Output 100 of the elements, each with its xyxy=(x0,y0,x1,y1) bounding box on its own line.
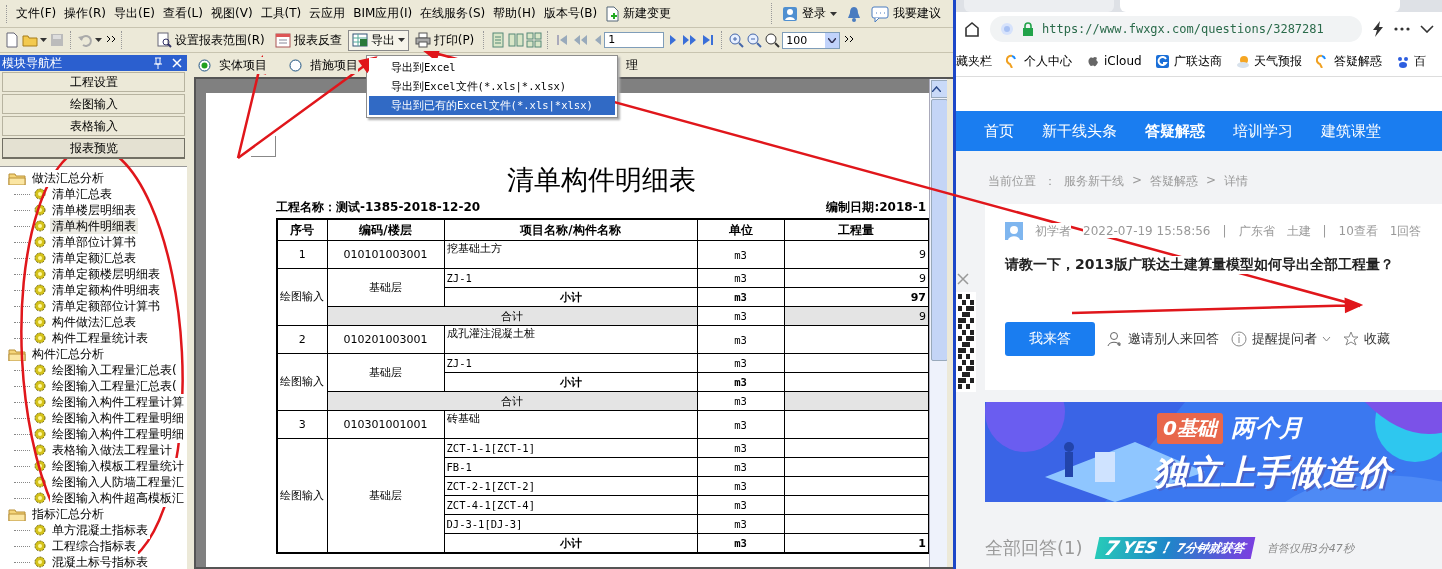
answer-button[interactable]: 我来答 xyxy=(1005,322,1095,356)
tree-item[interactable]: 单方混凝土指标表 xyxy=(50,521,150,539)
menu-item[interactable]: 文件(F) xyxy=(12,2,61,25)
answer-count: 1回答 xyxy=(1389,222,1422,240)
bookmark[interactable]: iCloud xyxy=(1104,54,1142,68)
nav-link[interactable]: 答疑解惑 xyxy=(1145,121,1205,141)
column-header: 编码/楼层 xyxy=(327,219,444,241)
report-title: 清单构件明细表 xyxy=(505,163,697,197)
chevron-down-icon xyxy=(1322,336,1331,342)
login-button[interactable]: 登录 xyxy=(778,3,841,24)
report-range-button[interactable]: 设置报表范围(R) xyxy=(152,29,269,51)
menu-item[interactable]: 导出(E) xyxy=(109,2,159,25)
page-number-field[interactable]: 1 xyxy=(604,32,665,48)
radio-icon[interactable] xyxy=(198,58,211,72)
caret-icon[interactable] xyxy=(95,38,102,42)
badge-text: 7分钟就获答 xyxy=(1174,539,1247,557)
radio-label[interactable]: 实体项目 xyxy=(219,56,267,74)
menu-item[interactable]: 操作(R) xyxy=(60,2,110,25)
tree-folder-label[interactable]: 指标汇总分析 xyxy=(30,505,106,523)
bookmark[interactable]: 个人中心 xyxy=(1024,52,1072,70)
magnifier-page-icon xyxy=(156,32,172,48)
menu-item[interactable]: 查看(L) xyxy=(158,2,207,25)
new-file-icon[interactable] xyxy=(4,32,20,48)
tree-item[interactable]: 清单楼层明细表 xyxy=(50,201,138,219)
gear-icon xyxy=(34,540,46,552)
menu-item[interactable]: 版本号(B) xyxy=(539,2,602,25)
banner-text: 两个月 xyxy=(1230,413,1303,444)
section-button[interactable]: 绘图输入 xyxy=(2,94,185,114)
export-button[interactable]: 导出 xyxy=(347,29,409,51)
favorite-button[interactable]: 收藏 xyxy=(1343,330,1390,348)
caret-icon[interactable] xyxy=(40,38,47,42)
open-folder-icon[interactable] xyxy=(8,347,26,361)
menu-item[interactable]: 帮助(H) xyxy=(489,2,540,25)
section-button[interactable]: 表格输入 xyxy=(2,116,185,136)
table-cell: 小计 xyxy=(444,287,697,307)
bookmark[interactable]: 天气预报 xyxy=(1253,52,1302,70)
home-icon[interactable] xyxy=(964,21,980,37)
bookmark[interactable]: 答疑解惑 xyxy=(1333,52,1382,70)
section-button[interactable]: 工程设置 xyxy=(2,72,185,92)
letter-g-icon xyxy=(1155,54,1170,68)
section-button[interactable]: 报表预览 xyxy=(2,138,185,159)
two-page-icon[interactable] xyxy=(508,32,525,48)
tree-item[interactable]: 清单汇总表 xyxy=(50,185,114,203)
tree-item[interactable]: 绘图输入工程量汇总表( xyxy=(50,361,179,379)
table-cell: m3 xyxy=(697,438,784,458)
remind-button[interactable]: 提醒提问者 xyxy=(1231,330,1331,348)
table-cell: m3 xyxy=(697,391,784,411)
caret-icon[interactable] xyxy=(397,38,405,42)
invite-button[interactable]: 邀请别人来回答 xyxy=(1107,330,1219,348)
tree-item[interactable]: 构件工程量统计表 xyxy=(50,329,150,347)
nav-link[interactable]: 新干线头条 xyxy=(1042,121,1117,141)
table-cell: 成孔灌注混凝土桩 xyxy=(444,325,697,354)
table-cell: 小计 xyxy=(444,372,697,392)
scrollbar[interactable] xyxy=(929,79,947,567)
lightning-icon[interactable] xyxy=(1372,21,1384,37)
radio-label[interactable]: 措施项目 xyxy=(310,56,358,74)
more-icon[interactable] xyxy=(1394,27,1410,31)
bookmark[interactable]: 广联达商 xyxy=(1173,52,1222,70)
qr-code-icon[interactable] xyxy=(956,292,976,392)
author-name: 初学者 xyxy=(1035,222,1071,240)
menu-item[interactable]: 导出到已有的Excel文件(*.xls|*xlsx) xyxy=(369,96,615,115)
zoom-dropdown[interactable]: 100 xyxy=(782,31,841,49)
chevron-down-icon[interactable] xyxy=(1420,25,1434,33)
address-bar[interactable]: https://www.fwxgx.com/questions/3287281 xyxy=(990,16,1362,42)
bookmark[interactable]: 藏夹栏 xyxy=(956,52,992,70)
nav-link[interactable]: 培训学习 xyxy=(1233,121,1293,141)
new-change-button[interactable]: 新建变更 xyxy=(601,3,676,24)
zoom-in-icon[interactable] xyxy=(728,32,745,48)
menu-item[interactable]: 云应用 xyxy=(305,2,350,25)
caret-icon[interactable] xyxy=(830,11,837,16)
table-cell: m3 xyxy=(697,514,784,534)
menu-item[interactable]: 工具(T) xyxy=(256,2,306,25)
weather-icon xyxy=(1235,54,1250,68)
radio-icon[interactable] xyxy=(289,58,302,72)
tab-label[interactable]: 理 xyxy=(626,56,638,74)
nav-link[interactable]: 建筑课堂 xyxy=(1321,121,1381,141)
multi-page-icon[interactable] xyxy=(526,32,543,48)
search-icon[interactable] xyxy=(764,32,781,48)
zoom-out-icon[interactable] xyxy=(746,32,763,48)
table-cell: m3 xyxy=(697,287,784,307)
table-cell: DJ-3-1[DJ-3] xyxy=(444,514,697,534)
menu-item[interactable]: 在线服务(S) xyxy=(416,2,490,25)
tree-folder-label[interactable]: 做法汇总分析 xyxy=(30,169,106,187)
tree-folder-label[interactable]: 构件汇总分析 xyxy=(30,345,106,363)
close-icon[interactable] xyxy=(956,272,970,286)
reverse-lookup-button[interactable]: 报表反查 xyxy=(270,29,346,51)
nav-link[interactable]: 首页 xyxy=(984,121,1014,141)
bell-icon[interactable] xyxy=(847,5,861,22)
suggest-button[interactable]: 我要建议 xyxy=(867,3,945,24)
open-folder-icon[interactable] xyxy=(8,171,26,185)
column-header: 序号 xyxy=(277,219,327,241)
table-cell: 砖基础 xyxy=(444,410,697,439)
bookmark[interactable]: 百 xyxy=(1413,52,1426,70)
table-cell: m3 xyxy=(697,476,784,496)
open-folder-icon[interactable] xyxy=(8,507,26,521)
menu-item[interactable]: 视图(V) xyxy=(207,2,257,25)
panel-title: 模块导航栏 xyxy=(2,54,63,72)
pin-icon[interactable] xyxy=(153,57,163,69)
menu-item[interactable]: BIM应用(I) xyxy=(349,2,417,25)
tree-item[interactable]: 清单定额楼层明细表 xyxy=(50,265,162,283)
